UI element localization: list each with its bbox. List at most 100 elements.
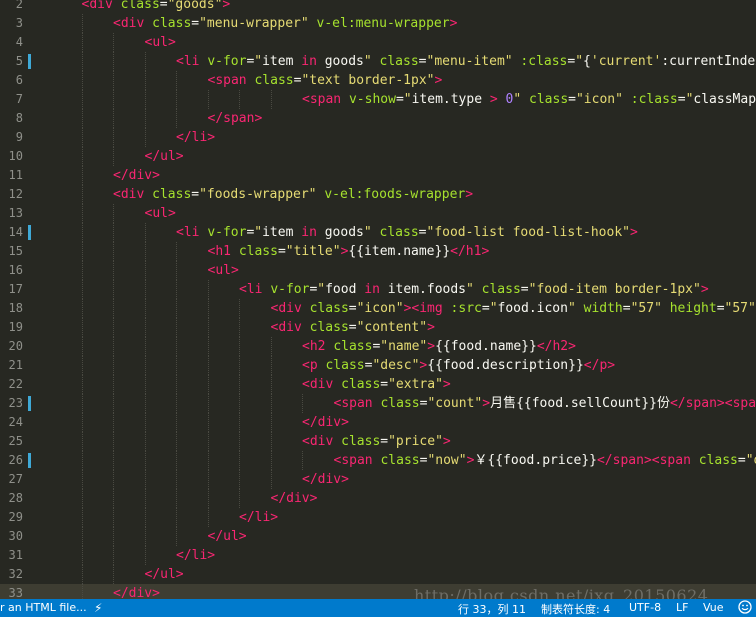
code-token: >: [630, 225, 638, 240]
code-line[interactable]: 10 </ul>: [0, 147, 756, 166]
language-mode[interactable]: Vue: [703, 601, 724, 614]
line-number: 19: [8, 320, 23, 334]
code-token: =: [380, 434, 389, 449]
indent-guide: [144, 280, 146, 299]
code-line[interactable]: 7 <span v-show="item.type > 0" class="ico…: [0, 90, 756, 109]
code-line[interactable]: 20 <h2 class="name">{{food.name}}</h2>: [0, 337, 756, 356]
code-text: </li>: [176, 128, 215, 147]
indent-guide: [144, 261, 146, 280]
code-token: {{food.name}}: [435, 339, 537, 354]
code-token: food: [325, 282, 365, 297]
code-token: >: [222, 0, 231, 12]
code-line[interactable]: 26 <span class="now">￥{{food.price}}</spa…: [0, 451, 756, 470]
code-token: </li>: [176, 548, 216, 563]
code-line[interactable]: 16 <ul>: [0, 261, 756, 280]
code-line[interactable]: 29 </li>: [0, 508, 756, 527]
line-ending[interactable]: LF: [676, 601, 688, 614]
code-line[interactable]: 21 <p class="desc">{{food.description}}</…: [0, 356, 756, 375]
line-number: 4: [15, 35, 23, 49]
indent-guide: [239, 375, 240, 394]
code-token: <div: [270, 301, 310, 316]
tab-size[interactable]: 制表符长度: 4: [541, 601, 610, 617]
code-line[interactable]: 25 <div class="price">: [0, 432, 756, 451]
code-text: <div class="content">: [271, 318, 435, 337]
indent-guide: [113, 280, 114, 299]
code-text: </div>: [302, 413, 349, 432]
code-line[interactable]: 17 <li v-for="food in item.foods" class="…: [0, 280, 756, 299]
code-line[interactable]: 24 </div>: [0, 413, 756, 432]
indent-guide: [176, 261, 177, 280]
indent-guide: [81, 375, 83, 394]
code-line[interactable]: 32 </ul>: [0, 565, 756, 584]
code-text: <li v-for="item in goods" class="food-li…: [176, 223, 638, 242]
code-line[interactable]: 22 <div class="extra">: [0, 375, 756, 394]
code-line[interactable]: 9 </li>: [0, 128, 756, 147]
indent-guide: [81, 242, 83, 261]
code-line[interactable]: 19 <div class="content">: [0, 318, 756, 337]
line-number: 7: [15, 92, 23, 106]
code-line[interactable]: 23 <span class="count">月售{{food.sellCount…: [0, 394, 756, 413]
indent-guide: [113, 299, 114, 318]
line-number: 32: [8, 567, 23, 581]
indent-guide: [144, 223, 146, 242]
code-token: >: [482, 396, 491, 411]
indent-guide: [81, 33, 83, 52]
encoding[interactable]: UTF-8: [629, 601, 661, 614]
code-line[interactable]: 5 <li v-for="item in goods" class="menu-i…: [0, 52, 756, 71]
code-text: </div>: [271, 489, 318, 508]
line-number: 25: [8, 434, 23, 448]
cursor-position[interactable]: 行 33，列 11: [458, 601, 526, 617]
code-token: class: [380, 396, 420, 411]
smiley-icon[interactable]: [738, 600, 752, 614]
code-text: <li v-for="item in goods" class="menu-it…: [176, 52, 756, 71]
lightning-icon[interactable]: ⚡: [94, 601, 102, 615]
code-token: >: [465, 187, 474, 202]
code-line[interactable]: 18 <div class="icon"><img :src="food.icon…: [0, 299, 756, 318]
code-line[interactable]: 27 </div>: [0, 470, 756, 489]
code-editor[interactable]: 2 <div class="goods"> 3 <div class="menu-wr…: [0, 0, 756, 599]
code-token: <span: [333, 396, 381, 411]
code-token: {: [583, 54, 591, 69]
indent-guide: [81, 90, 83, 109]
code-line[interactable]: 13 <ul>: [0, 204, 756, 223]
indent-guide: [113, 546, 114, 565]
code-line[interactable]: 11 </div>: [0, 166, 756, 185]
code-token: :class: [512, 54, 568, 69]
indent-guide: [239, 318, 240, 337]
indent-guide: [81, 337, 83, 356]
code-token: </span>: [669, 396, 725, 411]
indent-guide: [239, 90, 240, 109]
indent-guide: [144, 337, 146, 356]
status-message[interactable]: r an HTML file...: [0, 601, 87, 614]
code-line[interactable]: 8 </span>: [0, 109, 756, 128]
code-line[interactable]: 12 <div class="foods-wrapper" v-el:foods-…: [0, 185, 756, 204]
indent-guide: [176, 394, 177, 413]
code-token: ": [567, 301, 576, 316]
line-number: 13: [8, 206, 23, 220]
code-line[interactable]: 6 <span class="text border-1px">: [0, 71, 756, 90]
indent-guide: [144, 451, 146, 470]
code-text: <div class="icon"><img :src="food.icon" …: [271, 299, 756, 318]
code-line[interactable]: 4 <ul>: [0, 33, 756, 52]
code-line[interactable]: 3 <div class="menu-wrapper" v-el:menu-wra…: [0, 14, 756, 33]
indent-guide: [81, 565, 83, 584]
code-token: ": [363, 54, 372, 69]
code-token: "food-list food-list-hook": [426, 225, 631, 240]
code-token: v-for: [207, 225, 247, 240]
code-token: "food-item border-1px": [528, 282, 701, 297]
line-number: 3: [15, 16, 23, 30]
indent-guide: [176, 242, 177, 261]
code-line[interactable]: 30 </ul>: [0, 527, 756, 546]
code-token: </li>: [176, 130, 216, 145]
code-line[interactable]: 14 <li v-for="item in goods" class="food-…: [0, 223, 756, 242]
indent-guide: [113, 413, 114, 432]
code-line[interactable]: 31 </li>: [0, 546, 756, 565]
indent-guide: [81, 432, 83, 451]
code-text: </div>: [302, 470, 349, 489]
code-line[interactable]: 2 <div class="goods">: [0, 0, 756, 14]
code-line[interactable]: 28 </div>: [0, 489, 756, 508]
code-line[interactable]: 15 <h1 class="title">{{item.name}}</h1>: [0, 242, 756, 261]
code-token: in: [301, 225, 317, 240]
code-text: <span class="count">月售{{food.sellCount}}…: [334, 394, 756, 413]
code-token: ": [254, 54, 263, 69]
